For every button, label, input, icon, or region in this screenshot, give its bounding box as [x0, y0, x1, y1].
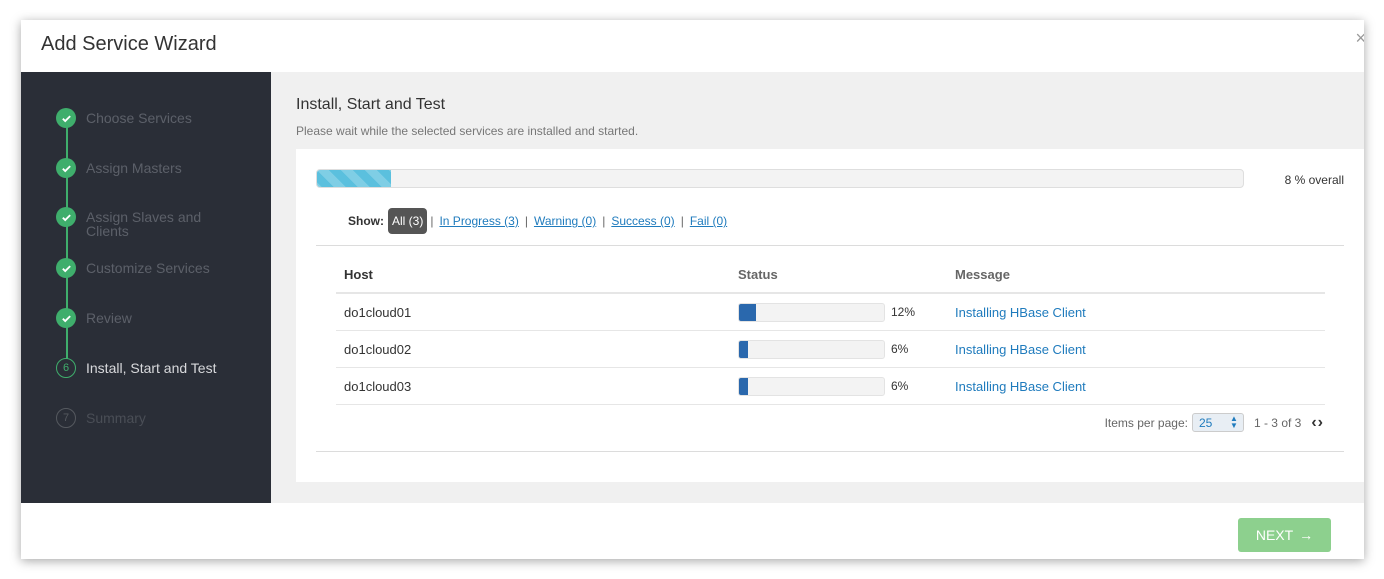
check-icon — [56, 258, 76, 278]
filter-warning[interactable]: Warning (0) — [534, 214, 596, 228]
items-per-page-value: 25 — [1198, 415, 1213, 430]
filter-separator: | — [680, 214, 684, 228]
pagination-range: 1 - 3 of 3 — [1253, 415, 1302, 430]
step-item: Choose Services — [56, 108, 226, 128]
wizard-steps-sidebar: Choose Services Assign Masters Assign Sl… — [21, 72, 271, 503]
host-progress-text: 6% — [891, 379, 909, 393]
close-icon[interactable]: × — [1355, 29, 1364, 47]
check-icon — [56, 308, 76, 328]
dialog-header: Add Service Wizard × — [21, 20, 1364, 72]
install-panel: 8 % overall Show: All (3) | In Progress … — [296, 149, 1364, 482]
host-name: do1cloud01 — [336, 293, 738, 331]
items-per-page-label: Items per page: — [1104, 415, 1188, 430]
filter-separator: | — [430, 214, 434, 228]
column-header-message: Message — [955, 256, 1325, 294]
column-header-host: Host — [336, 256, 738, 294]
host-progress-bar — [738, 302, 885, 322]
column-header-status: Status — [738, 256, 955, 294]
step-label: Choose Services — [86, 110, 192, 126]
pagination: Items per page: 25 ▲ ▼ 1 - 3 of 3 ‹› — [1105, 413, 1324, 432]
wizard-content: Install, Start and Test Please wait whil… — [271, 72, 1364, 503]
host-message: Installing HBase Client — [955, 367, 1325, 405]
host-name: do1cloud02 — [336, 330, 738, 368]
step-number-badge: 6 — [56, 358, 76, 378]
divider — [316, 451, 1344, 452]
host-status: 12% — [738, 293, 955, 331]
status-filter: Show: All (3) | In Progress (3) | Warnin… — [348, 208, 727, 234]
step-item: Assign Slaves and Clients — [56, 207, 226, 238]
step-label: Install, Start and Test — [86, 360, 217, 376]
overall-progress-fill — [317, 170, 392, 187]
message-link[interactable]: Installing HBase Client — [955, 342, 1086, 357]
add-service-wizard-dialog: Add Service Wizard × Choose Services Ass… — [21, 20, 1364, 559]
dialog-footer: NEXT → — [21, 503, 1364, 559]
step-item: 7 Summary — [56, 408, 226, 428]
step-item-current: 6 Install, Start and Test — [56, 358, 226, 378]
host-progress-text: 6% — [891, 342, 909, 356]
filter-fail[interactable]: Fail (0) — [690, 214, 727, 228]
table-row: do1cloud01 12% Installing HBase Client — [336, 293, 1325, 331]
message-link[interactable]: Installing HBase Client — [955, 379, 1086, 394]
step-label: Assign Slaves and Clients — [86, 209, 202, 239]
items-per-page-select[interactable]: 25 ▲ ▼ — [1191, 413, 1244, 432]
step-label: Summary — [86, 410, 146, 426]
dialog-title: Add Service Wizard — [41, 33, 217, 55]
chevron-right-icon[interactable]: › — [1318, 414, 1324, 431]
next-button[interactable]: NEXT → — [1238, 518, 1331, 552]
check-icon — [56, 207, 76, 227]
divider — [316, 245, 1344, 246]
check-icon — [56, 158, 76, 178]
step-item: Assign Masters — [56, 158, 226, 178]
filter-in-progress[interactable]: In Progress (3) — [439, 214, 518, 228]
step-label: Review — [86, 310, 132, 326]
filter-separator: | — [524, 214, 528, 228]
host-progress-bar — [738, 339, 885, 359]
step-item: Review — [56, 308, 226, 328]
host-status: 6% — [738, 367, 955, 405]
table-header-row: Host Status Message — [336, 256, 1325, 294]
step-number-badge: 7 — [56, 408, 76, 428]
next-button-label: NEXT — [1255, 527, 1294, 543]
step-connector-line — [66, 118, 68, 368]
host-progress-fill — [739, 377, 748, 395]
host-message: Installing HBase Client — [955, 330, 1325, 368]
host-progress-text: 12% — [891, 305, 916, 319]
select-caret-icon: ▲ ▼ — [1230, 414, 1238, 430]
arrow-right-icon: → — [1299, 527, 1314, 543]
overall-progress-bar — [316, 169, 1244, 188]
page-title: Install, Start and Test — [296, 96, 446, 113]
step-item: Customize Services — [56, 258, 226, 278]
host-status: 6% — [738, 330, 955, 368]
host-progress-bar — [738, 376, 885, 396]
page-subtitle: Please wait while the selected services … — [296, 124, 639, 138]
filter-label: Show: — [348, 214, 384, 228]
step-label: Assign Masters — [86, 160, 182, 176]
table-row: do1cloud03 6% Installing HBase Client — [336, 367, 1325, 405]
host-progress-fill — [739, 340, 748, 358]
filter-success[interactable]: Success (0) — [611, 214, 674, 228]
check-icon — [56, 108, 76, 128]
hosts-table: Host Status Message do1cloud01 12% Insta… — [336, 256, 1325, 405]
overall-progress-text: 8 % overall — [1284, 173, 1344, 187]
host-progress-fill — [739, 303, 757, 321]
pagination-nav: ‹› — [1311, 414, 1324, 432]
host-name: do1cloud03 — [336, 367, 738, 405]
table-row: do1cloud02 6% Installing HBase Client — [336, 330, 1325, 368]
step-label: Customize Services — [86, 260, 210, 276]
filter-separator: | — [602, 214, 606, 228]
host-message: Installing HBase Client — [955, 293, 1325, 331]
message-link[interactable]: Installing HBase Client — [955, 305, 1086, 320]
filter-all[interactable]: All (3) — [388, 208, 428, 234]
